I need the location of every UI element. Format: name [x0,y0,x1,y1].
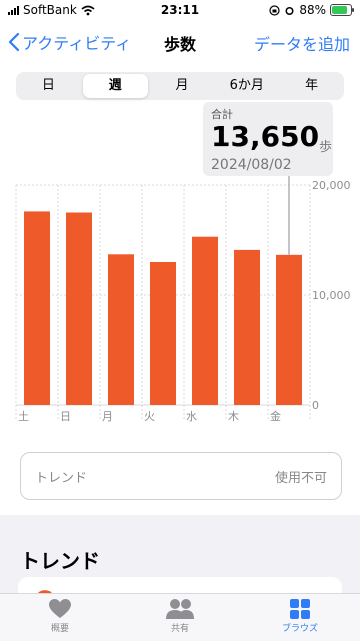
tooltip-date: 2024/08/02 [211,157,292,173]
bar-日 [66,212,92,405]
rotation-lock-icon [269,4,280,16]
people-icon [166,599,194,619]
heart-icon [49,599,71,618]
status-right: 88% [269,3,354,17]
segment-month[interactable]: 月 [150,72,215,100]
tooltip-unit: 歩 [319,140,333,155]
x-tick-label: 金 [270,409,281,423]
trends-section-title: トレンド [20,549,100,573]
trend-row-label: トレンド [35,471,88,486]
steps-bar-chart[interactable]: 0 10,000 20,000 土 日 月 火 水 木 金 [0,176,360,426]
tab-summary-label: 概要 [50,624,69,634]
bar-木 [234,249,260,405]
y-tick-label: 20,000 [312,179,351,192]
x-tick-label: 木 [228,410,239,423]
y-tick-label: 0 [312,399,319,412]
bar-月 [108,254,134,405]
segment-week[interactable]: 週 [82,74,148,98]
segment-year[interactable]: 年 [279,72,344,100]
x-tick-label: 日 [60,410,71,423]
bar-金 [276,254,302,405]
x-tick-label: 火 [144,410,155,423]
grid-icon [290,599,310,619]
bar-火 [150,262,176,405]
tab-browse-label: ブラウズ [281,624,318,634]
tab-sharing-label: 共有 [170,624,189,634]
bar-水 [192,236,218,405]
x-tick-label: 水 [186,410,197,423]
tooltip-value: 13,650 [211,120,320,153]
navigation-bar: アクティビティ 歩数 データを追加 [0,22,360,62]
segment-day[interactable]: 日 [16,72,81,100]
x-tick-label: 土 [18,410,29,423]
trend-row-status: 使用不可 [274,471,327,486]
tab-sharing[interactable]: 共有 [140,598,220,634]
add-data-button[interactable]: データを追加 [254,31,350,55]
battery-icon [330,4,354,16]
selection-tooltip: 合計 13,650 歩 2024/08/02 [203,102,333,176]
x-tick-label: 月 [102,410,113,423]
alarm-icon [285,6,294,15]
bar-土 [24,211,50,405]
trend-row[interactable]: トレンド 使用不可 [20,452,342,500]
tab-bar: 概要 共有 ブラウズ [0,593,360,641]
segment-six-months[interactable]: 6か月 [214,72,279,100]
y-tick-label: 10,000 [312,289,351,302]
status-bar: SoftBank 23:11 88% [0,0,360,20]
period-segmented-control: 日 週 月 6か月 年 [16,72,344,100]
tab-browse[interactable]: ブラウズ [260,598,340,634]
tab-summary[interactable]: 概要 [20,598,100,634]
battery-percent: 88% [299,3,326,17]
